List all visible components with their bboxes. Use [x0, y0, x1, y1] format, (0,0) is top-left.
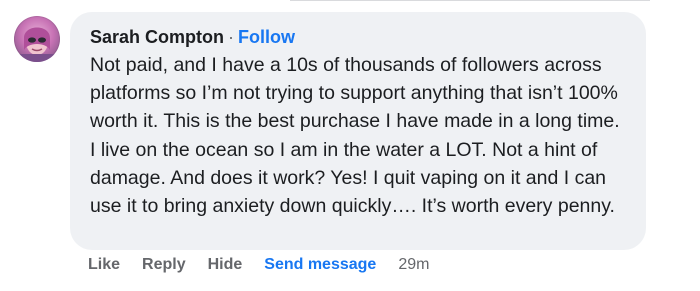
avatar-image — [14, 27, 60, 62]
like-button[interactable]: Like — [88, 255, 120, 275]
hide-button[interactable]: Hide — [208, 255, 243, 275]
follow-button[interactable]: Follow — [238, 27, 295, 47]
comment-actions: Like Reply Hide Send message 29m — [88, 255, 429, 275]
comment-text: Not paid, and I have a 10s of thousands … — [90, 54, 620, 218]
reply-button[interactable]: Reply — [142, 255, 186, 275]
avatar[interactable] — [14, 16, 60, 62]
send-message-button[interactable]: Send message — [264, 255, 376, 275]
comment-header: Sarah Compton · Follow — [90, 26, 295, 48]
divider — [290, 0, 650, 1]
separator-dot: · — [228, 27, 235, 47]
comment-timestamp[interactable]: 29m — [398, 255, 429, 275]
comment-bubble: Sarah Compton · Follow Not paid, and I hav… — [70, 12, 646, 250]
author-name[interactable]: Sarah Compton — [90, 27, 224, 47]
comment-container: Sarah Compton · Follow Not paid, and I hav… — [0, 0, 700, 291]
